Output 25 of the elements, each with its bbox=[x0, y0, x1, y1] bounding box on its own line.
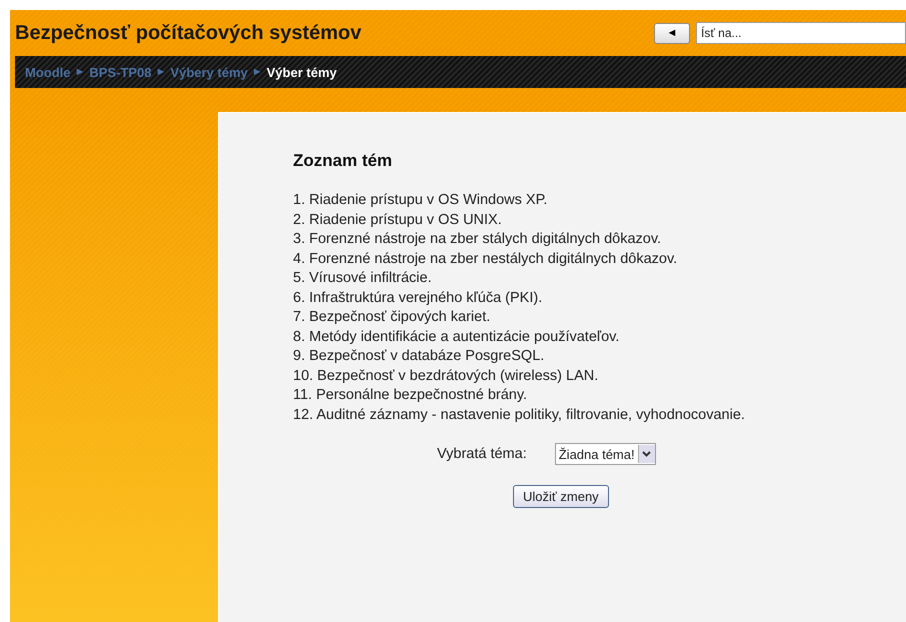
topic-item: 5. Vírusové infiltrácie. bbox=[293, 269, 433, 288]
topic-item: 1. Riadenie prístupu v OS Windows XP. bbox=[293, 191, 548, 210]
separator-arrow: ► bbox=[156, 66, 166, 78]
topic-item: 10. Bezpečnosť v bezdrátových (wireless) LAN. bbox=[293, 366, 600, 386]
separator-arrow: ► bbox=[252, 66, 263, 78]
topic-item: 9. Bezpečnosť v databáze PosgreSQL. bbox=[293, 347, 546, 366]
topic-item: 6. Infraštruktúra verejného kľúča (PKI). bbox=[293, 288, 544, 308]
breadcrumb-current: Výber témy bbox=[266, 64, 337, 80]
topic-item: 7. Bezpečnosť čipových kariet. bbox=[293, 308, 492, 327]
topic-item: 3. Forenzné nástroje na zber stálych digitálnych dôkazov. bbox=[293, 230, 662, 249]
topic-item: 4. Forenzné nástroje na zber nestálych digitálnych dôkazov. bbox=[293, 250, 678, 268]
jump-field[interactable]: Ísť na... bbox=[696, 22, 906, 44]
list-heading: Zoznam tém bbox=[293, 151, 394, 171]
breadcrumb-link[interactable]: Výbery témy bbox=[170, 64, 248, 80]
topic-item: 2. Riadenie prístupu v OS UNIX. bbox=[293, 210, 503, 230]
back-button[interactable]: ◄ bbox=[654, 22, 690, 44]
save-button[interactable]: Uložiť zmeny bbox=[513, 485, 609, 508]
topic-item: 11. Personálne bezpečnostné brány. bbox=[293, 386, 528, 405]
topic-item: 8. Metódy identifikácie a autentizácie používateľov. bbox=[293, 328, 620, 346]
select-label: Vybratá téma: bbox=[437, 446, 527, 462]
topic-select[interactable]: Žiadna téma! bbox=[554, 443, 656, 465]
site-title: Bezpečnosť počítačových systémov bbox=[15, 22, 362, 44]
dropdown-icon bbox=[642, 451, 652, 457]
topic-item: 12. Auditné záznamy - nastavenie politiky, filtrovanie, vyhodnocovanie. bbox=[293, 406, 746, 424]
separator-arrow: ► bbox=[74, 66, 86, 78]
